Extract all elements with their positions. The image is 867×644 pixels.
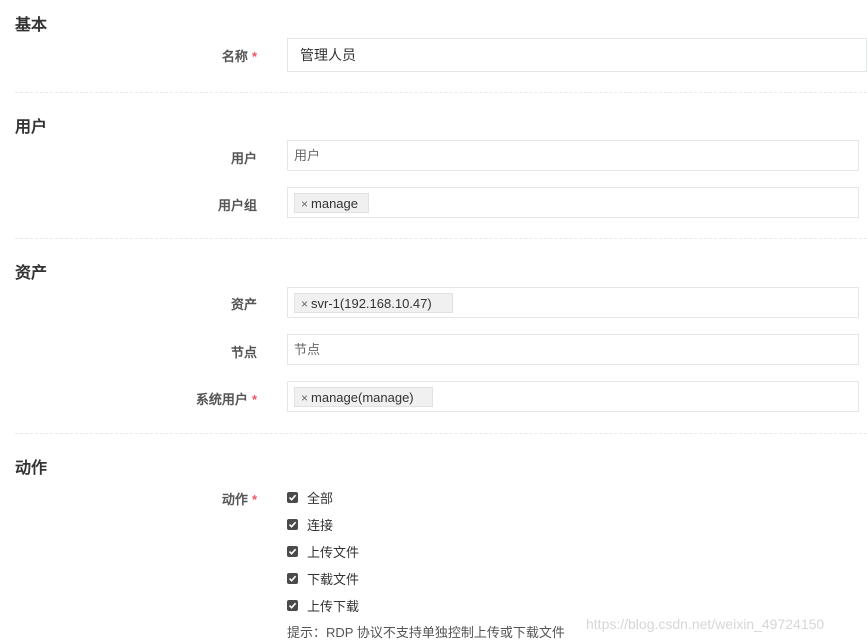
checkbox-checked-icon[interactable] xyxy=(287,491,298,503)
assets-select[interactable]: × svr-1(192.168.10.47) xyxy=(287,287,859,318)
users-select[interactable]: 用户 xyxy=(287,140,859,171)
nodes-label: 节点 xyxy=(231,342,257,361)
watermark: https://blog.csdn.net/weixin_49724150 xyxy=(586,616,825,632)
actions-label-text: 动作 xyxy=(221,492,248,507)
action-option-upload[interactable]: 上传文件 xyxy=(287,543,360,560)
required-marker: * xyxy=(251,392,257,407)
checkbox-checked-icon[interactable] xyxy=(287,572,298,584)
users-label-text: 用户 xyxy=(230,151,257,166)
section-title-basic: 基本 xyxy=(15,17,48,34)
action-option-label: 全部 xyxy=(307,490,334,506)
nodes-placeholder: 节点 xyxy=(294,342,321,357)
checkbox-checked-icon[interactable] xyxy=(287,545,298,557)
checkbox-checked-icon[interactable] xyxy=(287,518,298,530)
users-placeholder: 用户 xyxy=(294,148,321,163)
nodes-label-text: 节点 xyxy=(230,345,257,360)
action-hint: 提示：RDP 协议不支持单独控制上传或下载文件 xyxy=(287,625,565,640)
required-marker: * xyxy=(251,492,257,507)
action-option-upload-download[interactable]: 上传下载 xyxy=(287,597,360,614)
tag-label: svr-1(192.168.10.47) xyxy=(311,296,432,311)
name-label: 名称 * xyxy=(222,46,257,65)
asset-tag: × svr-1(192.168.10.47) xyxy=(294,293,453,313)
user-groups-select[interactable]: × manage xyxy=(287,187,859,218)
user-groups-label-text: 用户组 xyxy=(217,198,257,213)
tag-label: manage xyxy=(311,196,358,211)
action-option-label: 上传下载 xyxy=(307,598,360,614)
action-option-label: 下载文件 xyxy=(307,571,360,587)
name-label-text: 名称 xyxy=(221,49,248,64)
divider xyxy=(15,92,867,93)
name-input[interactable]: 管理人员 xyxy=(287,38,867,72)
assets-label-text: 资产 xyxy=(230,297,257,312)
action-option-label: 连接 xyxy=(307,517,334,533)
system-users-label-text: 系统用户 xyxy=(195,392,248,407)
section-title-user: 用户 xyxy=(15,119,48,136)
actions-label: 动作 * xyxy=(222,489,257,508)
checkbox-checked-icon[interactable] xyxy=(287,599,298,611)
action-option-all[interactable]: 全部 xyxy=(287,489,334,506)
users-label: 用户 xyxy=(231,148,257,167)
section-title-asset: 资产 xyxy=(15,265,48,282)
tag-remove-icon[interactable]: × xyxy=(301,391,308,405)
tag-remove-icon[interactable]: × xyxy=(301,297,308,311)
system-user-tag: × manage(manage) xyxy=(294,387,433,407)
divider xyxy=(15,433,867,434)
system-users-select[interactable]: × manage(manage) xyxy=(287,381,859,412)
required-marker: * xyxy=(251,49,257,64)
section-title-action: 动作 xyxy=(15,460,48,477)
nodes-select[interactable]: 节点 xyxy=(287,334,859,365)
action-option-connect[interactable]: 连接 xyxy=(287,516,334,533)
tag-remove-icon[interactable]: × xyxy=(301,197,308,211)
user-group-tag: × manage xyxy=(294,193,369,213)
user-groups-label: 用户组 xyxy=(218,195,257,214)
divider xyxy=(15,238,867,239)
tag-label: manage(manage) xyxy=(311,390,414,405)
action-option-download[interactable]: 下载文件 xyxy=(287,570,360,587)
assets-label: 资产 xyxy=(231,294,257,313)
system-users-label: 系统用户 * xyxy=(196,389,257,408)
name-input-value: 管理人员 xyxy=(300,47,356,63)
action-option-label: 上传文件 xyxy=(307,544,360,560)
